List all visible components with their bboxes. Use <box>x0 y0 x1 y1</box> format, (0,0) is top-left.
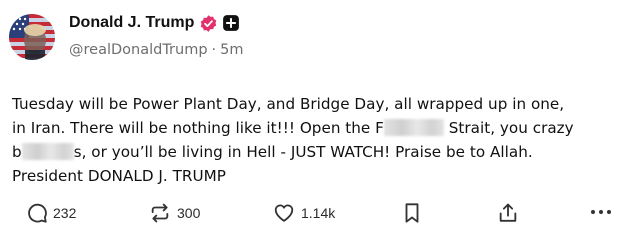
post-line-2: in Iran. There will be nothing like it!!… <box>12 116 632 140</box>
post-line-3-end: s, or you’ll be living in Hell - JUST WA… <box>73 143 533 161</box>
post-line-1: Tuesday will be Power Plant Day, and Bri… <box>12 95 565 113</box>
post-header: Donald J. Trump @realDonaldTrump · 5m <box>69 11 244 58</box>
name-row: Donald J. Trump <box>69 11 244 35</box>
avatar[interactable] <box>9 14 55 60</box>
share-upload-icon <box>499 203 517 222</box>
repost-arrows-icon <box>151 203 169 223</box>
action-bar: 232 300 1.14k <box>0 200 634 230</box>
censored-word-blur <box>21 143 74 160</box>
bookmark-button[interactable] <box>402 202 422 224</box>
repost-button[interactable]: 300 <box>148 202 200 224</box>
post-line-3-start: b <box>12 143 22 161</box>
reply-count: 232 <box>53 205 77 221</box>
post-card: Donald J. Trump @realDonaldTrump · 5m Tu… <box>0 0 634 241</box>
reply-button[interactable]: 232 <box>26 202 76 224</box>
ellipsis-icon <box>591 210 611 214</box>
like-button[interactable]: 1.14k <box>272 202 335 224</box>
censored-word-blur <box>383 119 444 136</box>
more-options-button[interactable] <box>590 208 612 216</box>
post-line-4: President DONALD J. TRUMP <box>12 167 226 185</box>
heart-icon <box>274 204 294 222</box>
share-button[interactable] <box>497 202 519 224</box>
separator-dot: · <box>211 42 217 58</box>
like-count: 1.14k <box>301 205 336 221</box>
post-body: Tuesday will be Power Plant Day, and Bri… <box>12 92 632 188</box>
post-line-3: b s, or you’ll be living in Hell - JUST W… <box>12 140 632 164</box>
speech-bubble-icon <box>28 203 47 223</box>
repost-count: 300 <box>177 205 201 221</box>
display-name[interactable]: Donald J. Trump <box>69 14 194 32</box>
bookmark-icon <box>405 203 419 223</box>
handle[interactable]: @realDonaldTrump <box>69 42 208 58</box>
handle-row: @realDonaldTrump · 5m <box>69 42 244 58</box>
plus-square-icon[interactable] <box>222 14 240 32</box>
post-line-2-start: in Iran. There will be nothing like it!!… <box>12 119 384 137</box>
post-line-2-end: Strait, you crazy <box>448 119 574 137</box>
avatar-image <box>9 14 55 60</box>
verified-badge-icon <box>201 14 217 32</box>
timestamp[interactable]: 5m <box>220 42 243 58</box>
